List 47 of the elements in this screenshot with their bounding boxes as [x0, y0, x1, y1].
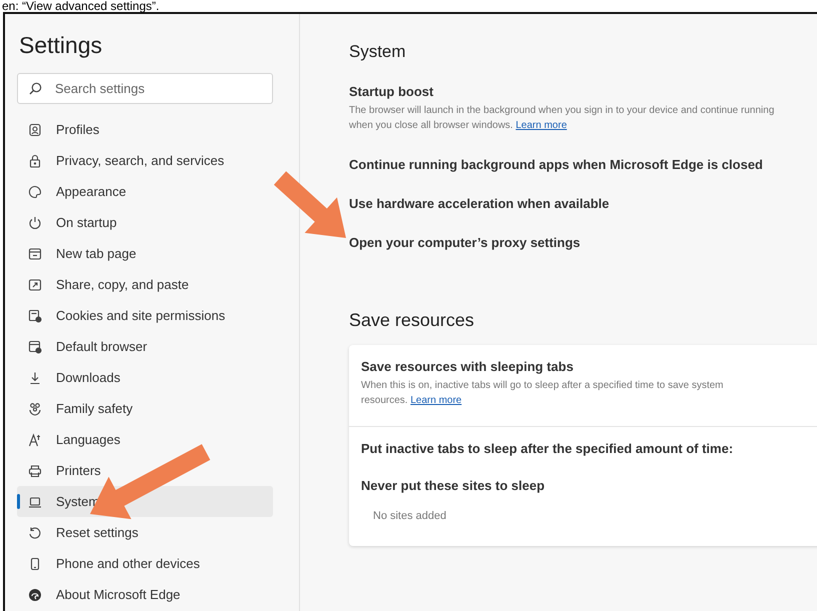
- sidebar-item[interactable]: Downloads: [17, 362, 273, 393]
- menu-icon: [28, 340, 42, 354]
- menu-icon: [28, 246, 42, 260]
- setting-title: Save resources with sleeping tabs: [361, 359, 574, 374]
- menu-icon: [28, 556, 42, 570]
- learn-more-link[interactable]: Learn more: [410, 395, 462, 406]
- menu-icon: [28, 278, 42, 292]
- setting-description: The browser will launch in the background when you sign in to your device and continue running when you close all browser windows. Learn more: [349, 104, 776, 133]
- menu-icon: [28, 370, 42, 384]
- setting-description: When this is on, inactive tabs will go to sleep after a specified time to save system resources. Learn more: [361, 379, 724, 408]
- sidebar-item[interactable]: Phone and other devices: [17, 548, 273, 579]
- sidebar-item[interactable]: Privacy, search, and services: [17, 145, 273, 176]
- sidebar-item[interactable]: Printers: [17, 455, 273, 486]
- sidebar-item[interactable]: Default browser: [17, 331, 273, 362]
- menu-icon: [28, 122, 42, 136]
- sidebar-item[interactable]: Reset settings: [17, 517, 273, 548]
- setting-title: Never put these sites to sleep: [361, 478, 546, 493]
- section-title: Save resources: [349, 310, 474, 331]
- setting-title: Put inactive tabs to sleep after the specified amount of time:: [361, 441, 734, 456]
- menu-icon: [28, 494, 42, 508]
- sidebar-item[interactable]: Appearance: [17, 176, 273, 207]
- sidebar-item[interactable]: Profiles: [17, 114, 273, 145]
- sidebar-item[interactable]: Share, copy, and paste: [17, 269, 273, 300]
- sidebar-item[interactable]: On startup: [17, 207, 273, 238]
- learn-more-link[interactable]: Learn more: [516, 120, 567, 131]
- setting-title: Open your computer’s proxy settings: [349, 235, 582, 250]
- empty-message: No sites added: [373, 510, 448, 522]
- menu-icon: [28, 216, 42, 230]
- setting-title: Startup boost: [349, 84, 434, 99]
- setting-title: Continue running background apps when Microsoft Edge is closed: [349, 157, 764, 172]
- menu-icon: [28, 184, 42, 198]
- menu-icon: [28, 464, 42, 478]
- sidebar-item[interactable]: Cookies and site permissions: [17, 300, 273, 331]
- sidebar-item[interactable]: Family safety: [17, 393, 273, 424]
- menu-icon: [28, 402, 42, 416]
- page-title: System: [349, 42, 406, 62]
- search-field[interactable]: Search settings: [17, 73, 273, 104]
- sidebar-item[interactable]: Languages: [17, 424, 273, 455]
- sidebar-item[interactable]: New tab page: [17, 238, 273, 269]
- menu-icon: [28, 432, 42, 446]
- menu-icon: [28, 308, 42, 322]
- sidebar-item[interactable]: About Microsoft Edge: [17, 579, 273, 610]
- settings-title: Settings: [19, 32, 102, 59]
- menu-icon: [28, 154, 42, 168]
- setting-title: Use hardware acceleration when available: [349, 196, 610, 211]
- menu-icon: [28, 588, 42, 602]
- menu-icon: [28, 526, 42, 540]
